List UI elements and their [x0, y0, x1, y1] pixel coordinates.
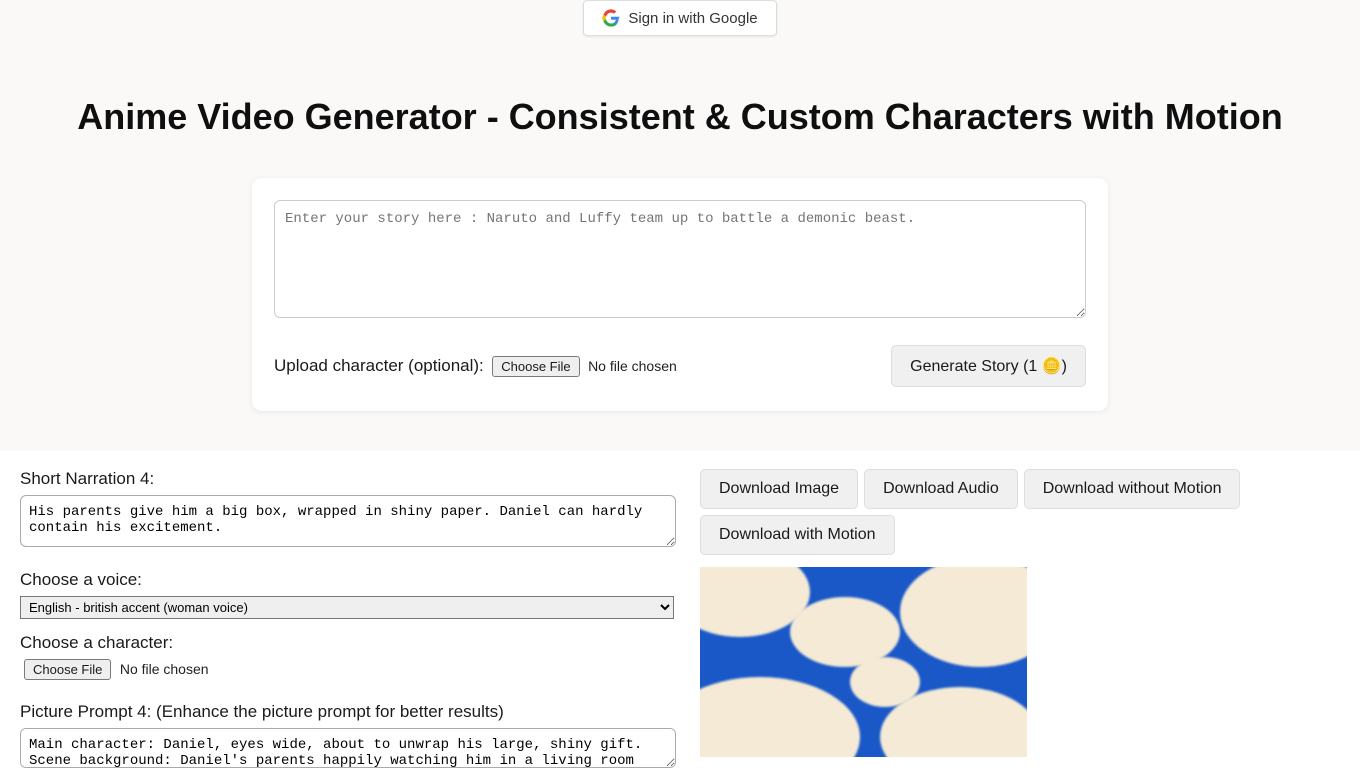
upload-character-choose-file-button[interactable]: Choose File	[492, 356, 579, 377]
character-label: Choose a character:	[20, 633, 680, 653]
google-signin-button[interactable]: Sign in with Google	[583, 0, 776, 36]
picture-prompt-label: Picture Prompt 4: (Enhance the picture p…	[20, 702, 680, 722]
google-logo-icon	[602, 9, 620, 27]
voice-select[interactable]: English - british accent (woman voice)	[20, 596, 674, 619]
download-audio-button[interactable]: Download Audio	[864, 469, 1018, 509]
download-with-motion-button[interactable]: Download with Motion	[700, 515, 895, 555]
story-input[interactable]	[274, 200, 1086, 318]
google-signin-label: Sign in with Google	[628, 10, 757, 27]
upload-character-file-status: No file chosen	[588, 358, 677, 374]
character-choose-file-button[interactable]: Choose File	[24, 659, 111, 680]
upload-character-label: Upload character (optional):	[274, 356, 484, 375]
voice-label: Choose a voice:	[20, 570, 680, 590]
picture-prompt-input[interactable]	[20, 728, 676, 768]
download-image-button[interactable]: Download Image	[700, 469, 858, 509]
page-title: Anime Video Generator - Consistent & Cus…	[0, 96, 1360, 138]
download-without-motion-button[interactable]: Download without Motion	[1024, 469, 1241, 509]
preview-image	[700, 567, 1027, 757]
narration-input[interactable]	[20, 495, 676, 547]
story-card: Upload character (optional): Choose File…	[252, 178, 1108, 411]
narration-label: Short Narration 4:	[20, 469, 680, 489]
result-section: Short Narration 4: Choose a voice: Engli…	[0, 451, 1360, 773]
generate-story-button[interactable]: Generate Story (1 🪙)	[891, 345, 1086, 387]
upload-character-group: Upload character (optional): Choose File…	[274, 356, 677, 377]
character-file-status: No file chosen	[120, 661, 209, 677]
